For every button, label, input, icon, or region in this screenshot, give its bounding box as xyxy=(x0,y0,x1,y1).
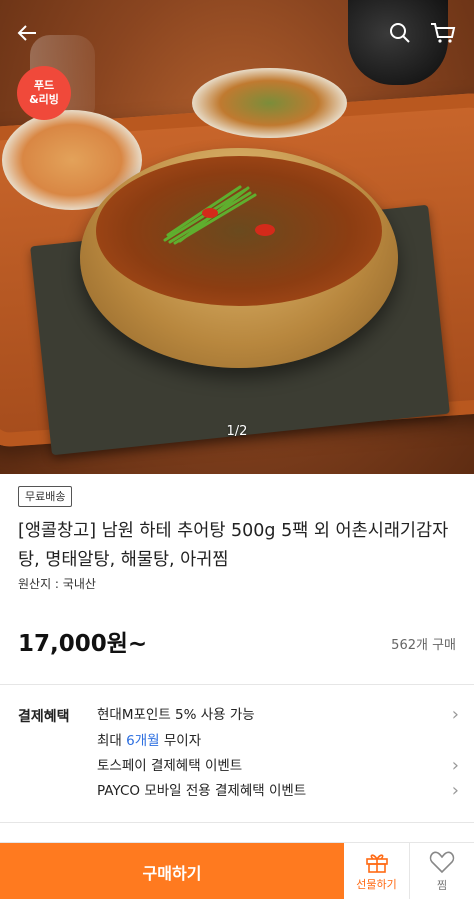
gift-button[interactable]: 선물하기 xyxy=(344,843,410,899)
search-icon xyxy=(390,23,410,43)
free-shipping-tag: 무료배송 xyxy=(18,486,73,507)
side-dish-vegetables xyxy=(192,68,347,138)
buy-button[interactable]: 구매하기 xyxy=(0,843,344,899)
top-bar xyxy=(0,0,474,64)
product-price: 17,000원~ xyxy=(18,631,148,657)
divider xyxy=(0,822,474,823)
back-button[interactable] xyxy=(12,18,42,48)
wish-label: 찜 xyxy=(436,879,448,892)
cart-icon xyxy=(431,23,456,43)
category-badge: 푸드 &리빙 xyxy=(17,66,71,120)
green-onion-garnish xyxy=(163,185,275,245)
badge-line1: 푸드 xyxy=(33,79,55,92)
payment-benefits-label: 결제혜택 xyxy=(18,709,70,725)
bottom-action-bar: 구매하기 선물하기 찜 xyxy=(0,842,474,899)
wish-button[interactable]: 찜 xyxy=(410,843,474,899)
benefit-row-tosspay[interactable]: 토스페이 결제혜택 이벤트 › xyxy=(97,754,459,778)
sold-count: 562개 구매 xyxy=(391,638,456,653)
benefit-accent: 6개월 xyxy=(126,733,160,749)
benefit-row-installment: 최대 6개월 무이자 xyxy=(97,729,459,753)
search-button[interactable] xyxy=(385,18,415,48)
benefit-text: PAYCO 모바일 전용 결제혜택 이벤트 xyxy=(97,783,307,799)
chevron-right-icon: › xyxy=(451,780,459,801)
gift-label: 선물하기 xyxy=(356,878,397,891)
divider xyxy=(0,684,474,685)
image-pager: 1/2 xyxy=(226,424,248,439)
benefit-prefix: 최대 xyxy=(97,733,127,749)
benefit-text: 토스페이 결제혜택 이벤트 xyxy=(97,758,243,774)
product-image[interactable]: 푸드 &리빙 1/2 xyxy=(0,0,474,474)
product-title: [앵콜창고] 남원 하테 추어탕 500g 5팩 외 어촌시래기감자탕, 명태알… xyxy=(18,521,449,570)
benefit-text: 현대M포인트 5% 사용 가능 xyxy=(97,707,255,723)
chevron-right-icon: › xyxy=(451,755,459,776)
cart-button[interactable] xyxy=(428,18,458,48)
product-origin: 원산지 : 국내산 xyxy=(18,577,96,591)
gift-icon xyxy=(365,854,388,873)
benefit-suffix: 무이자 xyxy=(159,733,202,749)
heart-icon xyxy=(429,851,455,874)
arrow-left-icon xyxy=(17,25,36,41)
benefit-row-payco[interactable]: PAYCO 모바일 전용 결제혜택 이벤트 › xyxy=(97,779,459,803)
chevron-right-icon: › xyxy=(451,704,459,725)
badge-line2: &리빙 xyxy=(29,93,59,106)
benefit-row-hyundai[interactable]: 현대M포인트 5% 사용 가능 › xyxy=(97,703,459,727)
